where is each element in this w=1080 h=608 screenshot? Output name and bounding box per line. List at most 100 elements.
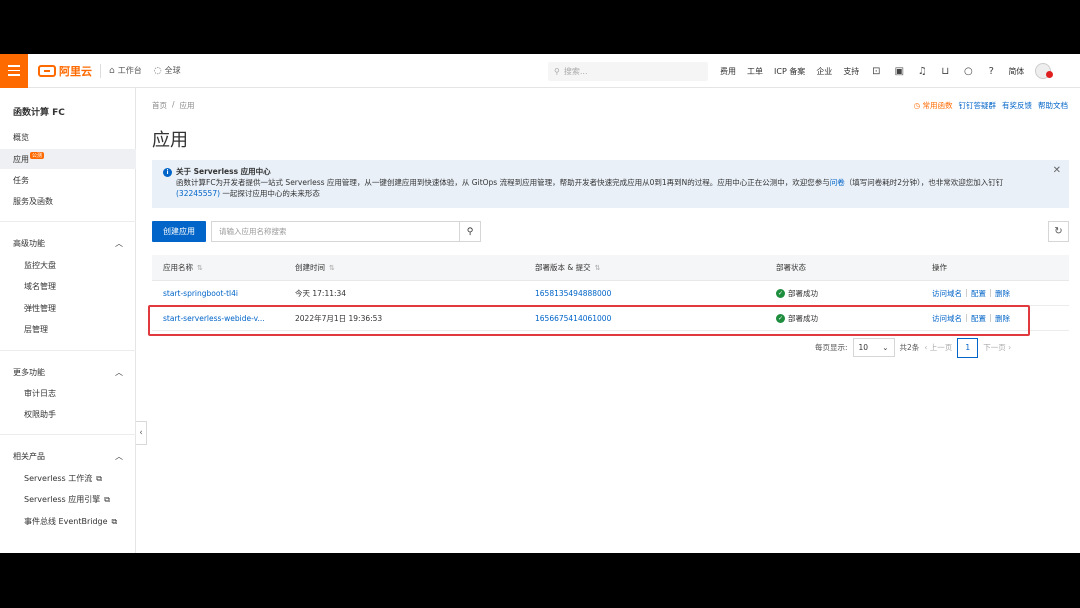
bell-icon[interactable]: ♫ <box>916 65 928 77</box>
fees-link[interactable]: 费用 <box>720 66 736 77</box>
row-actions: 访问域名 配置 删除 <box>921 288 1069 299</box>
visit-domain-link[interactable]: 访问域名 <box>932 288 962 299</box>
header-label: 应用名称 <box>163 263 193 272</box>
page-size-select[interactable]: 10 ⌄ <box>852 338 895 357</box>
sidebar-item-apps[interactable]: 应用 公测 <box>0 149 136 169</box>
notice-text: 一起探讨应用中心的未来形态 <box>222 189 320 198</box>
section-related[interactable]: 相关产品 ︿ <box>13 451 123 462</box>
sidebar-item-monitor[interactable]: 监控大盘 <box>24 260 56 271</box>
aliyun-logo[interactable]: 阿里云 <box>38 63 92 79</box>
help-links: ◷ 常用函数 钉钉答疑群 有奖反馈 帮助文档 <box>914 100 1068 111</box>
cart-icon[interactable]: ⊔ <box>939 65 951 77</box>
prev-page-button[interactable]: ‹ 上一页 <box>924 342 952 353</box>
sidebar-item-workflow[interactable]: Serverless 工作流 ⧉ <box>24 473 102 484</box>
workbench-link[interactable]: ⌂ 工作台 <box>109 65 142 76</box>
sidebar-item-tasks[interactable]: 任务 <box>0 170 136 190</box>
dingtalk-group-link[interactable]: 钉钉答疑群 <box>959 100 997 111</box>
terminal-icon[interactable]: ▣ <box>893 65 905 77</box>
sidebar-item-label: 弹性管理 <box>24 304 56 313</box>
feedback-link[interactable]: 有奖反馈 <box>1002 100 1032 111</box>
chevron-up-icon: ︿ <box>115 368 123 377</box>
hamburger-menu-button[interactable] <box>0 54 28 88</box>
search-button[interactable]: ⚲ <box>459 222 480 241</box>
aliyun-logo-icon <box>38 64 56 77</box>
sidebar-item-layers[interactable]: 层管理 <box>24 324 48 335</box>
sidebar-item-audit[interactable]: 审计日志 <box>24 388 56 399</box>
sidebar-item-label: 事件总线 EventBridge <box>24 517 108 526</box>
app-name-link[interactable]: start-springboot-tl4i <box>152 289 284 298</box>
next-page-label: 下一页 <box>983 343 1006 352</box>
col-created[interactable]: 创建时间 ⇅ <box>284 262 524 273</box>
breadcrumb-separator: / <box>172 100 175 109</box>
help-docs-link[interactable]: 帮助文档 <box>1038 100 1068 111</box>
workbench-label: 工作台 <box>117 66 142 75</box>
page-number-1[interactable]: 1 <box>957 337 979 358</box>
lightbulb-icon[interactable]: ○ <box>962 65 974 77</box>
help-icon[interactable]: ? <box>985 65 997 77</box>
sort-icon[interactable]: ⇅ <box>595 264 601 272</box>
notice-body-line2: (32245557) 一起探讨应用中心的未来形态 <box>176 188 1061 199</box>
header-label: 操作 <box>932 263 947 272</box>
language-switch[interactable]: 简体 <box>1008 66 1024 77</box>
dingtalk-group-id-link[interactable]: (32245557) <box>176 189 220 198</box>
common-functions-link[interactable]: ◷ 常用函数 <box>914 100 953 111</box>
header-label: 部署状态 <box>776 263 806 272</box>
console-window: 阿里云 ⌂ 工作台 ◌ 全球 ⚲ 搜索... 费用 工单 ICP 备案 企业 支… <box>0 54 1080 553</box>
col-version[interactable]: 部署版本 & 提交 ⇅ <box>524 262 765 273</box>
section-advanced[interactable]: 高级功能 ︿ <box>13 238 123 249</box>
notice-title: 关于 Serverless 应用中心 <box>176 167 271 176</box>
sidebar-item-sae[interactable]: Serverless 应用引擎 ⧉ <box>24 494 110 505</box>
refresh-icon: ↻ <box>1054 226 1063 237</box>
divider <box>0 434 136 435</box>
enterprise-link[interactable]: 企业 <box>816 66 832 77</box>
config-link[interactable]: 配置 <box>971 288 986 299</box>
top-right-tools: 费用 工单 ICP 备案 企业 支持 ⊡ ▣ ♫ ⊔ ○ ? 简体 <box>720 54 1054 88</box>
page-size-label: 每页显示: <box>815 343 848 352</box>
globe-icon: ◌ <box>153 65 162 76</box>
support-link[interactable]: 支持 <box>843 66 859 77</box>
divider <box>990 289 991 297</box>
refresh-button[interactable]: ↻ <box>1048 221 1069 242</box>
external-link-icon: ⧉ <box>111 516 118 526</box>
delete-link[interactable]: 删除 <box>995 288 1010 299</box>
col-name[interactable]: 应用名称 ⇅ <box>152 262 284 273</box>
ticket-link[interactable]: 工单 <box>747 66 763 77</box>
version-link[interactable]: 1658135494888000 <box>524 289 765 298</box>
notice-body: 函数计算FC为开发者提供一站式 Serverless 应用管理，从一键创建应用到… <box>176 177 1061 188</box>
check-icon: ✓ <box>776 288 785 298</box>
external-link-icon: ⧉ <box>104 494 110 504</box>
table-header: 应用名称 ⇅ 创建时间 ⇅ 部署版本 & 提交 ⇅ 部署状态 操作 <box>152 255 1069 281</box>
sidebar-item-label: 权限助手 <box>24 410 56 419</box>
sidebar-item-domains[interactable]: 域名管理 <box>24 281 56 292</box>
beta-badge: 公测 <box>30 151 45 159</box>
next-page-button[interactable]: 下一页 › <box>983 342 1011 353</box>
sidebar-title: 函数计算 FC <box>13 108 65 118</box>
cloud-shell-icon[interactable]: ⊡ <box>870 65 882 77</box>
avatar[interactable] <box>1035 63 1054 79</box>
global-search-input[interactable]: ⚲ 搜索... <box>548 62 708 81</box>
sidebar-item-elastic[interactable]: 弹性管理 <box>24 303 56 314</box>
region-selector[interactable]: ◌ 全球 <box>154 65 181 76</box>
icp-link[interactable]: ICP 备案 <box>774 66 805 77</box>
section-title: 更多功能 <box>13 368 45 377</box>
app-search-input[interactable]: 请输入应用名称搜索 <box>212 222 459 241</box>
header-label: 创建时间 <box>295 263 325 272</box>
breadcrumb-home[interactable]: 首页 <box>152 100 167 111</box>
close-icon[interactable]: ✕ <box>1053 165 1061 176</box>
divider <box>966 289 967 297</box>
sidebar-item-permission[interactable]: 权限助手 <box>24 409 56 420</box>
sidebar-item-eventbridge[interactable]: 事件总线 EventBridge ⧉ <box>24 516 117 527</box>
sidebar-item-overview[interactable]: 概览 <box>0 127 136 147</box>
survey-link[interactable]: 问卷 <box>830 178 845 187</box>
divider <box>0 221 136 222</box>
status-text: 部署成功 <box>788 288 818 298</box>
create-app-button[interactable]: 创建应用 <box>152 221 206 242</box>
sort-icon[interactable]: ⇅ <box>197 264 203 272</box>
sidebar: 函数计算 FC 概览 应用 公测 任务 服务及函数 高级功能 ︿ 监控大盘 域名管理… <box>0 88 136 553</box>
info-icon: i <box>163 168 172 177</box>
col-actions: 操作 <box>921 262 1069 273</box>
sort-icon[interactable]: ⇅ <box>329 264 335 272</box>
search-icon: ⚲ <box>466 226 474 237</box>
sidebar-item-services[interactable]: 服务及函数 <box>0 191 136 211</box>
section-more[interactable]: 更多功能 ︿ <box>13 367 123 378</box>
